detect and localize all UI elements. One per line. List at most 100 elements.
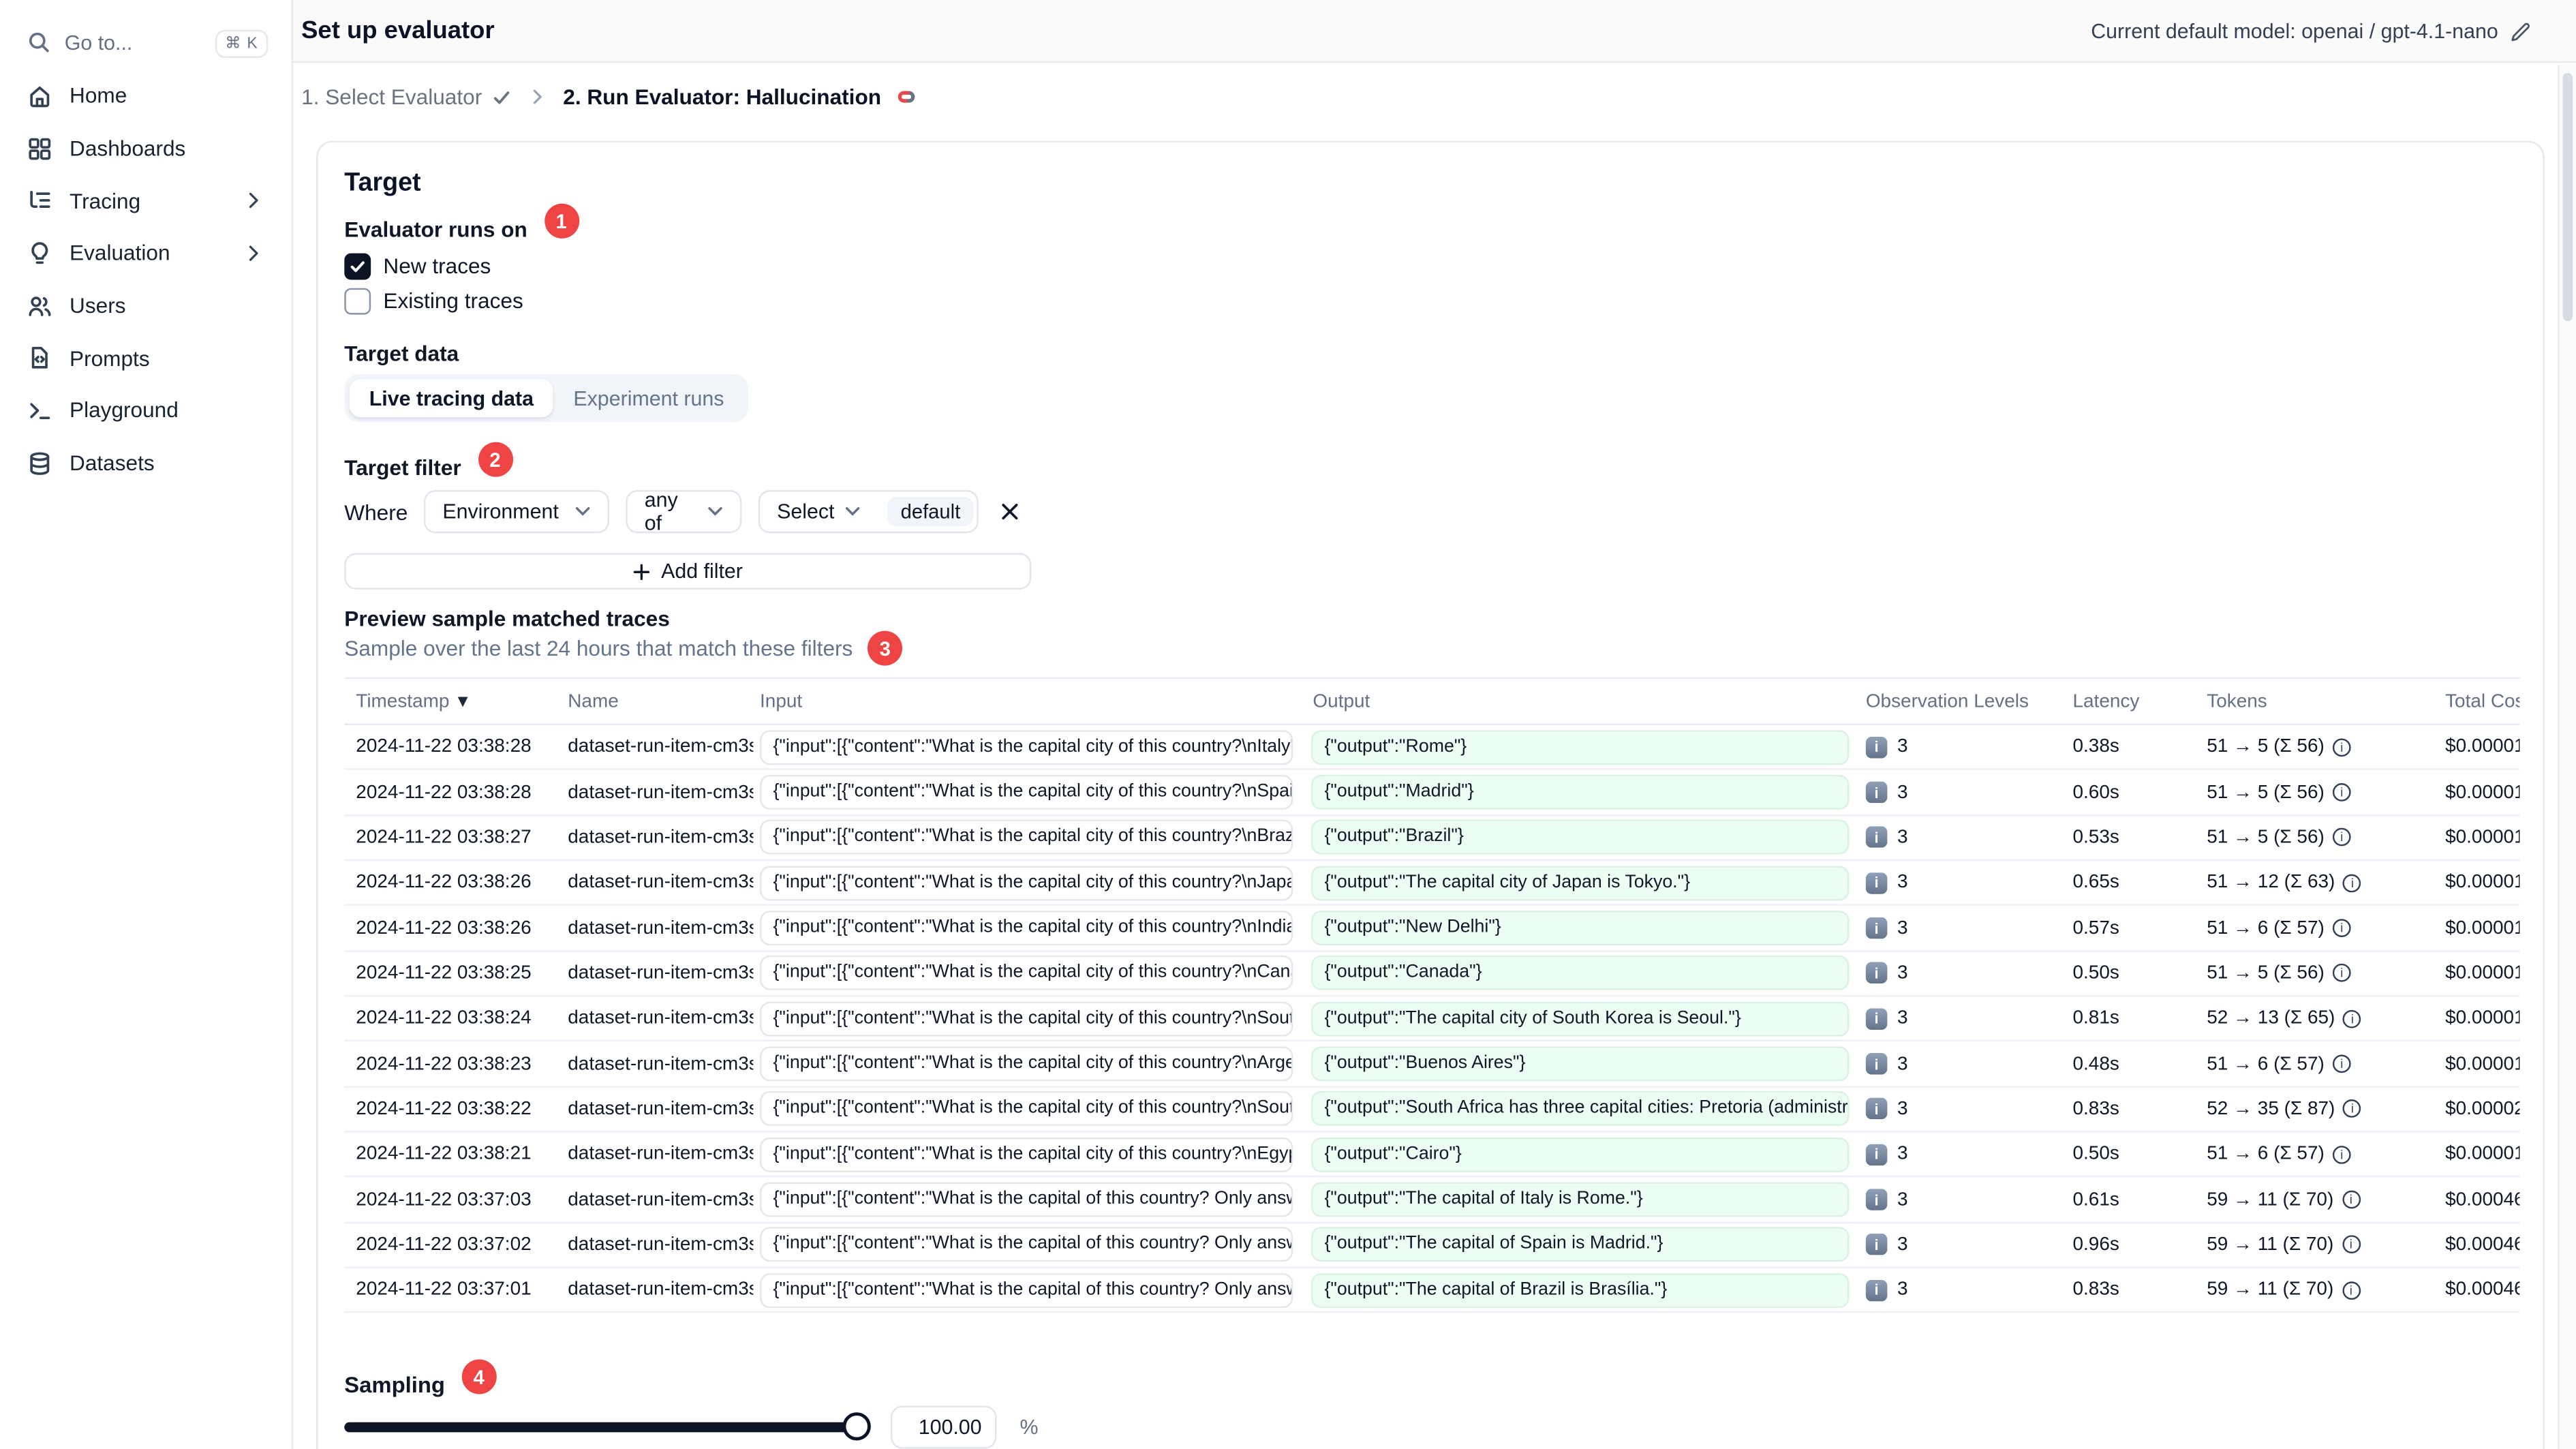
cell-name: dataset-run-item-cm3s4 bbox=[568, 872, 754, 893]
sidebar-item-label: Datasets bbox=[70, 451, 155, 476]
cell-input[interactable]: {"input":[{"content":"What is the capita… bbox=[760, 1182, 1293, 1217]
table-row[interactable]: 2024-11-22 03:37:02 dataset-run-item-cm3s… bbox=[344, 1223, 2520, 1269]
filter-column-select[interactable]: Environment bbox=[424, 490, 610, 534]
sidebar-item-evaluation[interactable]: Evaluation bbox=[0, 227, 292, 279]
cell-tokens: 51 → 5 (Σ 56) i bbox=[2197, 737, 2439, 757]
tab-experiment-runs[interactable]: Experiment runs bbox=[553, 379, 743, 417]
info-icon: i bbox=[2342, 1190, 2361, 1209]
cell-input[interactable]: {"input":[{"content":"What is the capita… bbox=[760, 911, 1293, 946]
cell-output[interactable]: {"output":"New Delhi"} bbox=[1311, 911, 1850, 946]
sampling-slider-thumb[interactable] bbox=[842, 1412, 871, 1441]
cell-output[interactable]: {"output":"Buenos Aires"} bbox=[1311, 1046, 1850, 1082]
cell-total-cost: $0.000011 ( bbox=[2445, 918, 2519, 939]
checked-checkbox[interactable] bbox=[344, 253, 370, 279]
cell-input[interactable]: {"input":[{"content":"What is the capita… bbox=[760, 729, 1293, 765]
cell-total-cost: $0.000011 ( bbox=[2445, 827, 2519, 848]
cell-input[interactable]: {"input":[{"content":"What is the capita… bbox=[760, 774, 1293, 810]
cell-input[interactable]: {"input":[{"content":"What is the capita… bbox=[760, 1227, 1293, 1263]
column-output[interactable]: Output bbox=[1306, 691, 1856, 711]
sidebar-item-playground[interactable]: Playground bbox=[0, 384, 292, 437]
breadcrumb-step1[interactable]: 1. Select Evaluator bbox=[301, 85, 512, 109]
cell-output[interactable]: {"output":"The capital of Italy is Rome.… bbox=[1311, 1182, 1850, 1217]
table-row[interactable]: 2024-11-22 03:37:01 dataset-run-item-cm3s… bbox=[344, 1268, 2520, 1314]
table-row[interactable]: 2024-11-22 03:37:03 dataset-run-item-cm3s… bbox=[344, 1178, 2520, 1223]
sampling-value-input[interactable] bbox=[890, 1405, 997, 1449]
table-row[interactable]: 2024-11-22 03:38:24 dataset-run-item-cm3s… bbox=[344, 997, 2520, 1043]
column-latency[interactable]: Latency bbox=[2063, 691, 2197, 711]
table-row[interactable]: 2024-11-22 03:38:28 dataset-run-item-cm3s… bbox=[344, 725, 2520, 771]
cell-observation-levels: i3 bbox=[1856, 872, 2063, 894]
filter-operator-select[interactable]: any of bbox=[626, 489, 743, 535]
cell-timestamp: 2024-11-22 03:38:22 bbox=[356, 1099, 532, 1120]
cell-input[interactable]: {"input":[{"content":"What is the capita… bbox=[760, 1137, 1293, 1172]
app-window: Go to... ⌘ K Home Dashboards Tracing Evalua… bbox=[0, 0, 2576, 1449]
cell-output[interactable]: {"output":"Brazil"} bbox=[1311, 820, 1850, 855]
cell-observation-levels: i3 bbox=[1856, 1234, 2063, 1256]
cell-input[interactable]: {"input":[{"content":"What is the capita… bbox=[760, 820, 1293, 855]
table-row[interactable]: 2024-11-22 03:38:28 dataset-run-item-cm3s… bbox=[344, 770, 2520, 816]
table-row[interactable]: 2024-11-22 03:38:22 dataset-run-item-cm3s… bbox=[344, 1087, 2520, 1133]
info-icon: i bbox=[2343, 873, 2362, 892]
cell-tokens: 51 → 5 (Σ 56) i bbox=[2197, 827, 2439, 847]
cell-input[interactable]: {"input":[{"content":"What is the capita… bbox=[760, 1272, 1293, 1308]
sidebar-item-dashboards[interactable]: Dashboards bbox=[0, 122, 292, 174]
sidebar-item-prompts[interactable]: Prompts bbox=[0, 332, 292, 384]
cell-tokens: 51 → 6 (Σ 57) i bbox=[2197, 1054, 2439, 1074]
cell-input[interactable]: {"input":[{"content":"What is the capita… bbox=[760, 1001, 1293, 1037]
cell-output[interactable]: {"output":"Rome"} bbox=[1311, 729, 1850, 765]
table-row[interactable]: 2024-11-22 03:38:26 dataset-run-item-cm3s… bbox=[344, 906, 2520, 952]
cell-input[interactable]: {"input":[{"content":"What is the capita… bbox=[760, 956, 1293, 991]
table-row[interactable]: 2024-11-22 03:38:26 dataset-run-item-cm3s… bbox=[344, 861, 2520, 906]
add-filter-button[interactable]: Add filter bbox=[344, 553, 1032, 590]
cell-output[interactable]: {"output":"Canada"} bbox=[1311, 956, 1850, 991]
table-row[interactable]: 2024-11-22 03:38:27 dataset-run-item-cm3s… bbox=[344, 816, 2520, 861]
observation-count: 3 bbox=[1897, 782, 1908, 803]
column-timestamp[interactable]: Timestamp ▼ bbox=[344, 691, 557, 711]
cell-output[interactable]: {"output":"Cairo"} bbox=[1311, 1137, 1850, 1172]
column-tokens[interactable]: Tokens bbox=[2197, 691, 2439, 711]
cell-input[interactable]: {"input":[{"content":"What is the capita… bbox=[760, 1091, 1293, 1127]
cell-output[interactable]: {"output":"The capital of Spain is Madri… bbox=[1311, 1227, 1850, 1263]
column-input[interactable]: Input bbox=[753, 691, 1306, 711]
table-row[interactable]: 2024-11-22 03:38:25 dataset-run-item-cm3s… bbox=[344, 951, 2520, 997]
cell-input[interactable]: {"input":[{"content":"What is the capita… bbox=[760, 1046, 1293, 1082]
cell-output[interactable]: {"output":"South Africa has three capita… bbox=[1311, 1091, 1850, 1127]
scrollbar-thumb[interactable] bbox=[2562, 72, 2573, 322]
cell-total-cost: $0.000011 ( bbox=[2445, 737, 2519, 757]
checkbox-row-existing-traces[interactable]: Existing traces bbox=[344, 288, 523, 314]
sidebar: Go to... ⌘ K Home Dashboards Tracing Evalua… bbox=[0, 0, 293, 1449]
vertical-scrollbar[interactable] bbox=[2558, 64, 2576, 1449]
observation-count: 3 bbox=[1897, 918, 1908, 939]
cell-output[interactable]: {"output":"The capital of Brazil is Bras… bbox=[1311, 1272, 1850, 1308]
filter-value-select[interactable]: Select default bbox=[758, 490, 979, 534]
table-body: 2024-11-22 03:38:28 dataset-run-item-cm3s… bbox=[344, 725, 2520, 1314]
filter-where-label: Where bbox=[344, 499, 408, 524]
cell-observation-levels: i3 bbox=[1856, 1007, 2063, 1030]
column-name[interactable]: Name bbox=[558, 691, 754, 711]
sidebar-item-tracing[interactable]: Tracing bbox=[0, 174, 292, 227]
page-title: Set up evaluator bbox=[301, 16, 495, 45]
column-total-cost[interactable]: Total Cost bbox=[2438, 691, 2519, 711]
default-model-note[interactable]: Current default model: openai / gpt-4.1-… bbox=[2091, 20, 2531, 43]
edit-pencil-icon[interactable] bbox=[2510, 20, 2532, 42]
cell-output[interactable]: {"output":"Madrid"} bbox=[1311, 774, 1850, 810]
step-badge-4: 4 bbox=[461, 1359, 497, 1394]
cell-output[interactable]: {"output":"The capital city of Japan is … bbox=[1311, 865, 1850, 900]
sidebar-item-home[interactable]: Home bbox=[0, 70, 292, 122]
sampling-slider-track[interactable] bbox=[344, 1422, 858, 1433]
cell-input[interactable]: {"input":[{"content":"What is the capita… bbox=[760, 865, 1293, 900]
cell-timestamp: 2024-11-22 03:38:28 bbox=[356, 737, 532, 757]
remove-filter-icon[interactable] bbox=[999, 500, 1022, 523]
cell-name: dataset-run-item-cm3s4 bbox=[568, 963, 754, 983]
go-to-search[interactable]: Go to... ⌘ K bbox=[16, 23, 278, 63]
sampling-row: Sampling 4 bbox=[344, 1359, 497, 1403]
sidebar-item-datasets[interactable]: Datasets bbox=[0, 437, 292, 489]
tab-live-tracing-data[interactable]: Live tracing data bbox=[349, 379, 554, 418]
sidebar-item-users[interactable]: Users bbox=[0, 279, 292, 332]
unchecked-checkbox[interactable] bbox=[344, 288, 370, 314]
table-row[interactable]: 2024-11-22 03:38:23 dataset-run-item-cm3s… bbox=[344, 1042, 2520, 1088]
table-row[interactable]: 2024-11-22 03:38:21 dataset-run-item-cm3s… bbox=[344, 1133, 2520, 1178]
checkbox-row-new-traces[interactable]: New traces bbox=[344, 253, 491, 279]
cell-output[interactable]: {"output":"The capital city of South Kor… bbox=[1311, 1001, 1850, 1037]
column-observation-levels[interactable]: Observation Levels bbox=[1856, 691, 2063, 711]
